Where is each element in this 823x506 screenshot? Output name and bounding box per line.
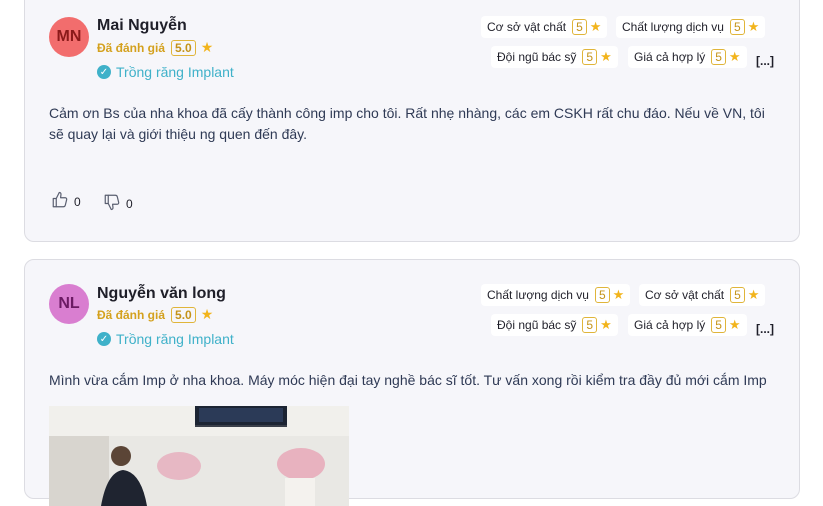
overall-score: 5.0: [171, 306, 196, 323]
star-icon: ★: [589, 19, 602, 34]
check-circle-icon: ✓: [97, 65, 111, 79]
criterion-facilities: Cơ sở vật chất 5 ★: [481, 16, 608, 38]
criterion-price: Giá cả hợp lý 5 ★: [628, 46, 747, 68]
star-icon: ★: [728, 49, 741, 64]
criterion-score: 5: [711, 317, 726, 333]
dislike-count: 0: [126, 197, 133, 211]
service-tag[interactable]: ✓ Trồng răng Implant: [97, 331, 234, 347]
more-criteria-button[interactable]: [...]: [756, 322, 774, 336]
star-icon: ★: [600, 49, 612, 64]
star-icon: ★: [747, 19, 760, 34]
criterion-label: Chất lượng dịch vụ: [487, 288, 589, 302]
like-button[interactable]: 0: [51, 191, 81, 209]
criterion-label: Cơ sở vật chất: [487, 20, 567, 34]
criterion-label: Chất lượng dịch vụ: [622, 20, 724, 34]
thumbs-up-icon: [52, 191, 68, 208]
review-photo[interactable]: [49, 406, 349, 506]
criterion-label: Cơ sở vật chất: [645, 288, 725, 302]
more-criteria-button[interactable]: [...]: [756, 54, 774, 68]
criterion-score: 5: [582, 49, 598, 65]
star-icon: ★: [747, 287, 760, 302]
criterion-score: 5: [730, 287, 745, 303]
review-text: Mình vừa cắm Imp ở nha khoa. Máy móc hiệ…: [49, 372, 767, 388]
review-card: NL Nguyễn văn long Đã đánh giá 5.0 ★ ✓ T…: [24, 259, 800, 506]
criterion-label: Giá cả hợp lý: [634, 318, 706, 332]
avatar: NL: [49, 284, 89, 324]
criterion-service-quality: Chất lượng dịch vụ 5 ★: [616, 16, 766, 38]
dislike-button[interactable]: 0: [103, 193, 133, 211]
service-label: Trồng răng Implant: [116, 64, 234, 80]
clinic-photo-image: [49, 406, 349, 506]
rating-summary: Đã đánh giá 5.0 ★: [97, 306, 213, 323]
like-count: 0: [74, 195, 81, 209]
criterion-doctors: Đội ngũ bác sỹ 5 ★: [491, 314, 618, 336]
criterion-facilities: Cơ sở vật chất 5 ★: [639, 284, 766, 306]
avatar: MN: [49, 17, 89, 57]
thumbs-down-icon: [104, 194, 120, 211]
reviewer-name: Nguyễn văn long: [97, 285, 226, 302]
criterion-score: 5: [594, 287, 610, 303]
criterion-label: Giá cả hợp lý: [634, 50, 706, 64]
criterion-label: Đội ngũ bác sỹ: [497, 318, 577, 332]
criterion-score: 5: [582, 317, 598, 333]
rated-label: Đã đánh giá: [97, 307, 166, 322]
star-icon: ★: [612, 287, 625, 302]
criterion-score: 5: [572, 19, 587, 35]
criterion-doctors: Đội ngũ bác sỹ 5 ★: [491, 46, 618, 68]
criterion-service-quality: Chất lượng dịch vụ 5 ★: [481, 284, 631, 306]
criterion-score: 5: [729, 19, 745, 35]
star-icon: ★: [200, 306, 214, 322]
review-card: MN Mai Nguyễn Đã đánh giá 5.0 ★ ✓ Trồng …: [24, 0, 800, 242]
criterion-score: 5: [711, 49, 726, 65]
rating-summary: Đã đánh giá 5.0 ★: [97, 39, 213, 56]
service-label: Trồng răng Implant: [116, 331, 234, 347]
criterion-label: Đội ngũ bác sỹ: [497, 50, 577, 64]
service-tag[interactable]: ✓ Trồng răng Implant: [97, 64, 234, 80]
review-text: Cảm ơn Bs của nha khoa đã cấy thành công…: [49, 105, 765, 142]
rated-label: Đã đánh giá: [97, 40, 166, 55]
criterion-price: Giá cả hợp lý 5 ★: [628, 314, 747, 336]
overall-score: 5.0: [171, 39, 196, 56]
star-icon: ★: [728, 317, 741, 332]
star-icon: ★: [200, 39, 214, 55]
check-circle-icon: ✓: [97, 332, 111, 346]
reviewer-name: Mai Nguyễn: [97, 17, 187, 34]
star-icon: ★: [600, 317, 612, 332]
